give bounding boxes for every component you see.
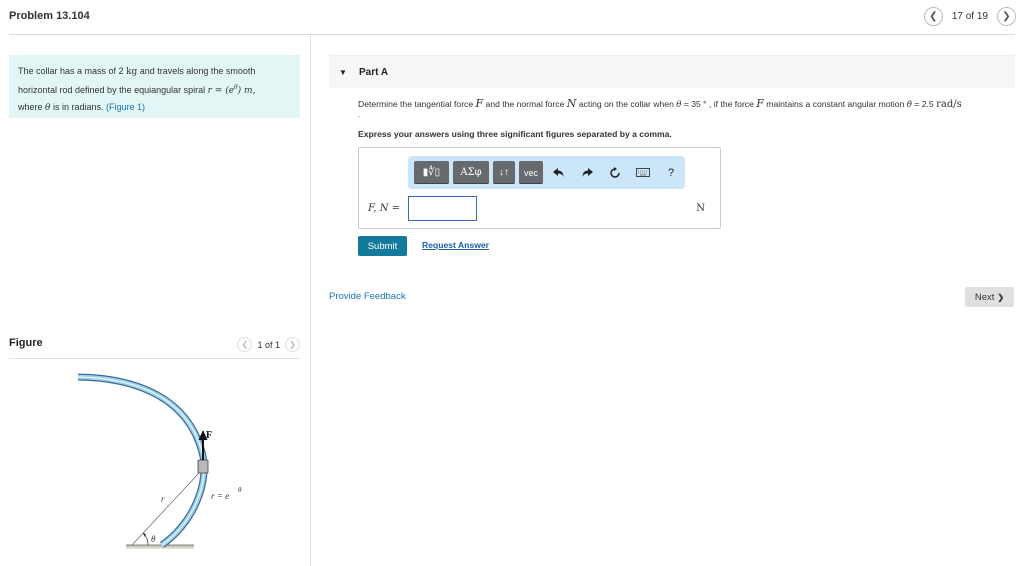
greek-symbols-button[interactable]: ΑΣφ xyxy=(453,161,489,184)
part-a-header[interactable]: ▼ Part A xyxy=(329,55,1015,88)
answer-instruction: Express your answers using three signifi… xyxy=(358,129,672,139)
submit-button[interactable]: Submit xyxy=(358,236,407,256)
figure-link[interactable]: (Figure 1) xyxy=(106,102,145,112)
answer-label: F, N = xyxy=(368,203,401,214)
keyboard-icon[interactable] xyxy=(631,161,655,184)
reset-icon[interactable] xyxy=(603,161,627,184)
answer-unit: N xyxy=(696,203,705,214)
problem-statement: The collar has a mass of 2 kg and travel… xyxy=(9,55,300,118)
top-divider xyxy=(9,34,1015,35)
problem-line-3: where θ is in radians. (Figure 1) xyxy=(18,102,145,113)
figure-pager: ❮ 1 of 1 ❯ xyxy=(237,337,300,352)
ground xyxy=(126,545,194,549)
problem-pager: ❮ 17 of 19 ❯ xyxy=(923,7,1016,26)
angle-label: θ xyxy=(151,534,156,544)
chevron-left-icon: ❮ xyxy=(241,340,249,349)
request-answer-link[interactable]: Request Answer xyxy=(422,240,489,250)
next-button[interactable]: Next ❯ xyxy=(965,287,1014,307)
answer-box: ▮∜▯ ΑΣφ ↓↑ vec ? F, N = N xyxy=(358,147,721,229)
problem-title: Problem 13.104 xyxy=(9,10,90,22)
chevron-right-icon: ❯ xyxy=(1002,11,1011,22)
question-period: . xyxy=(358,110,361,119)
radius-label: r xyxy=(161,494,165,504)
provide-feedback-link[interactable]: Provide Feedback xyxy=(329,291,406,302)
top-bar: Problem 13.104 ❮ 17 of 19 ❯ xyxy=(0,0,1024,33)
chevron-right-icon: ❯ xyxy=(289,340,296,349)
caret-down-icon[interactable]: ▼ xyxy=(339,68,347,77)
vector-button[interactable]: vec xyxy=(519,161,543,184)
chevron-right-icon: ❯ xyxy=(997,292,1005,302)
templates-button[interactable]: ▮∜▯ xyxy=(414,161,449,184)
pane-splitter[interactable] xyxy=(310,35,311,566)
redo-icon[interactable] xyxy=(575,161,599,184)
spiral-rod-figure: F r θ r = e θ xyxy=(77,373,242,549)
prev-problem-button[interactable]: ❮ xyxy=(923,7,943,26)
spiral-formula: r = (eθ) m, xyxy=(207,84,256,96)
question-text: Determine the tangential force F and the… xyxy=(358,97,962,110)
next-problem-button[interactable]: ❯ xyxy=(997,7,1016,26)
undo-icon[interactable] xyxy=(547,161,571,184)
math-toolbar: ▮∜▯ ΑΣφ ↓↑ vec ? xyxy=(408,156,685,189)
figure-header: Figure ❮ 1 of 1 ❯ xyxy=(9,335,300,359)
part-a-title: Part A xyxy=(359,67,389,78)
figure-title: Figure xyxy=(9,337,43,349)
figure-pager-text: 1 of 1 xyxy=(257,339,280,350)
help-icon[interactable]: ? xyxy=(659,161,683,184)
next-figure-button[interactable]: ❯ xyxy=(285,337,300,352)
arrows-button[interactable]: ↓↑ xyxy=(493,161,515,184)
equation-label: r = e xyxy=(211,491,229,501)
problem-line-1: The collar has a mass of 2 kg and travel… xyxy=(18,66,256,77)
force-label: F xyxy=(206,430,212,441)
spiral-rod xyxy=(77,373,208,548)
problem-pager-text: 17 of 19 xyxy=(951,11,988,22)
chevron-left-icon: ❮ xyxy=(929,11,938,22)
next-label: Next xyxy=(974,291,995,303)
collar xyxy=(197,459,209,474)
prev-figure-button[interactable]: ❮ xyxy=(237,337,253,352)
equation-exponent: θ xyxy=(238,486,242,494)
answer-input[interactable] xyxy=(408,196,477,221)
problem-line-2: horizontal rod defined by the equiangula… xyxy=(18,84,256,96)
